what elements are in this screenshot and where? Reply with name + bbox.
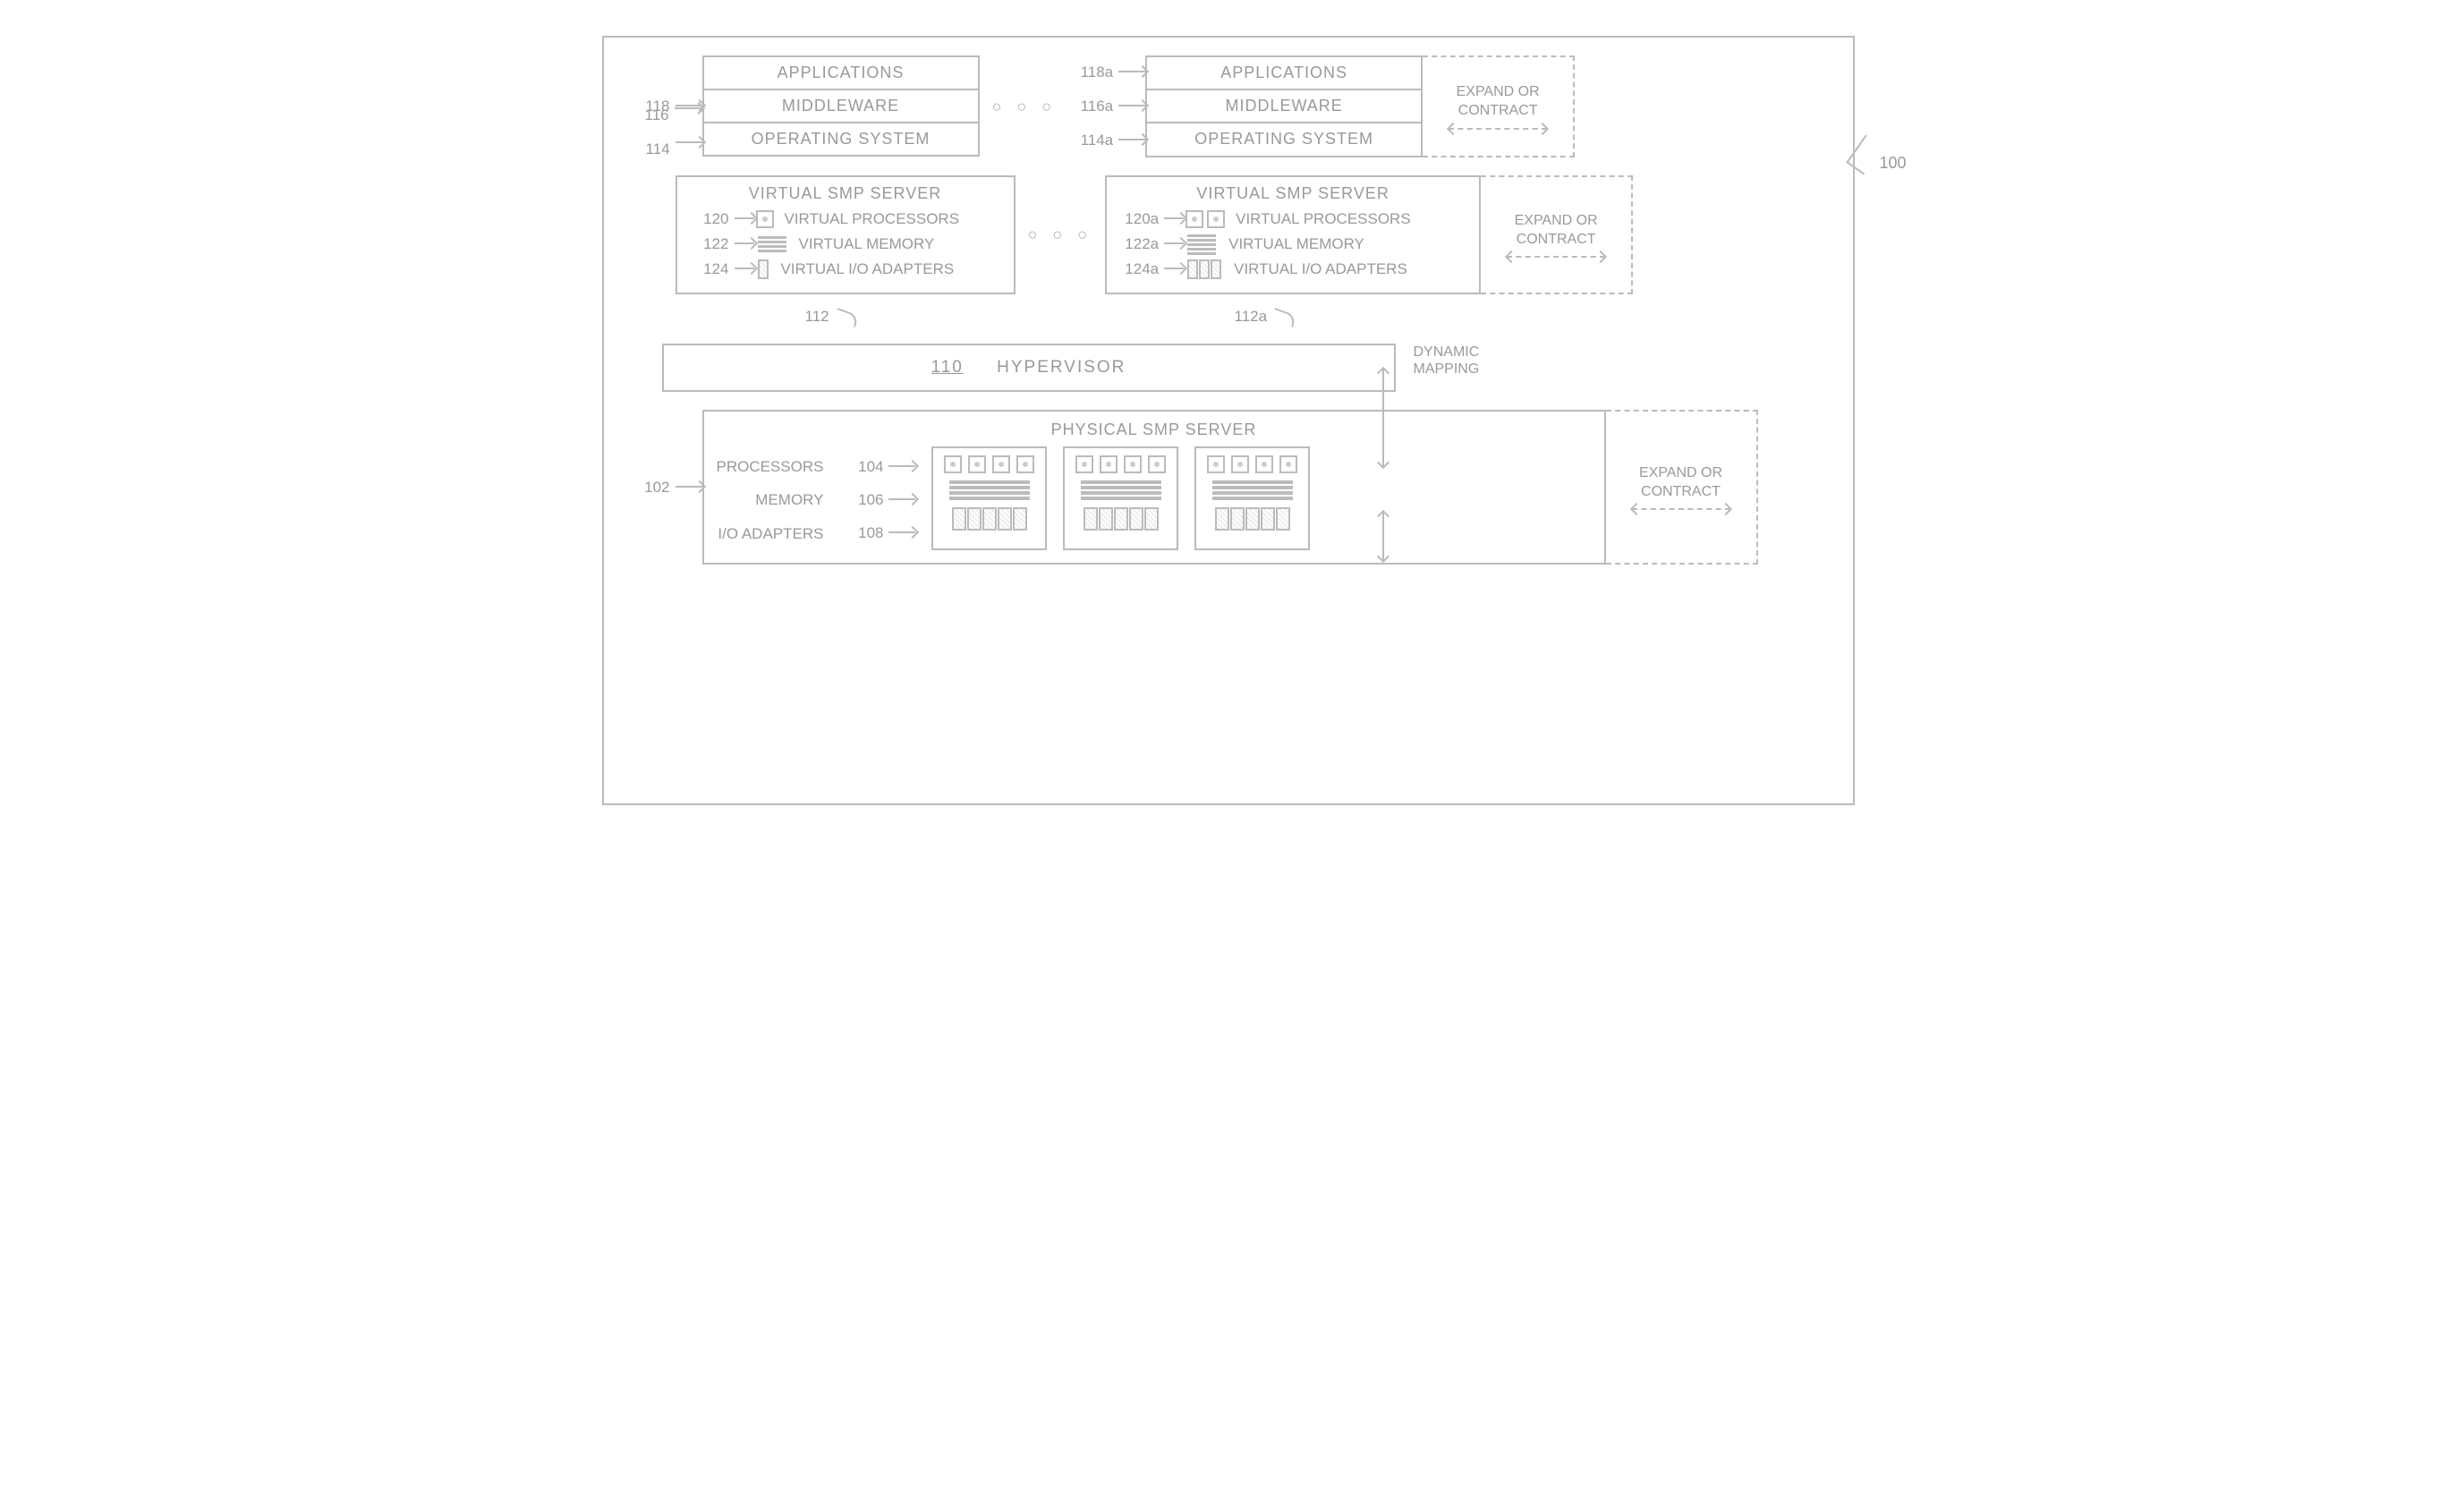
ref-122: 122 [688, 235, 735, 253]
leader-line [1164, 217, 1184, 230]
leader-line [735, 242, 754, 255]
processors-icon [942, 455, 1036, 473]
leader-line [888, 465, 915, 478]
vio-label: VIRTUAL I/O ADAPTERS [1234, 260, 1407, 278]
memory-icon [949, 480, 1030, 500]
double-arrow-icon [1632, 508, 1730, 510]
ref-124: 124 [688, 260, 735, 278]
leader-line [676, 486, 702, 498]
leader-line [888, 531, 915, 544]
expand-label: EXPAND OR CONTRACT [1515, 212, 1598, 250]
software-stacks-row: 118 APPLICATIONS MIDDLEWARE OPERATING SY… [626, 55, 1831, 157]
io-label: I/O ADAPTERS [717, 517, 824, 550]
software-stack-2: APPLICATIONS MIDDLEWARE OPERATING SYSTEM [1145, 55, 1423, 157]
expand-contract-box: EXPAND OR CONTRACT [1481, 175, 1633, 294]
physical-smp-box: PHYSICAL SMP SERVER PROCESSORS MEMORY I/… [702, 410, 1606, 565]
ref-120a: 120a [1118, 210, 1164, 228]
vsmp-box-2: VIRTUAL SMP SERVER 120a VIRTUAL PROCESSO… [1105, 175, 1481, 294]
io-adapter-icon [758, 259, 769, 279]
double-arrow-icon [1507, 256, 1605, 258]
physical-unit-1 [931, 446, 1047, 550]
leader-line [1164, 268, 1184, 280]
proc-label: PROCESSORS [717, 450, 824, 483]
expand-contract-box: EXPAND OR CONTRACT [1423, 55, 1575, 157]
expand-contract-box: EXPAND OR CONTRACT [1606, 410, 1758, 565]
memory-icon [1187, 234, 1216, 255]
mem-label: MEMORY [717, 483, 824, 516]
leader-line [1118, 71, 1145, 83]
os-cell: OPERATING SYSTEM [704, 123, 978, 155]
processors-icon [1205, 455, 1299, 473]
hypervisor-row: 110 HYPERVISOR DYNAMIC MAPPING [626, 344, 1831, 392]
vproc-label: VIRTUAL PROCESSORS [785, 210, 960, 228]
io-adapters-icon [1215, 507, 1290, 531]
vsmp-title: VIRTUAL SMP SERVER [688, 184, 1003, 203]
vsmp-title: VIRTUAL SMP SERVER [1118, 184, 1468, 203]
memory-icon [1081, 480, 1161, 500]
ref-110: 110 [931, 358, 964, 377]
ref-114: 114 [646, 132, 702, 158]
io-adapters-icon [952, 507, 1027, 531]
apps-cell: APPLICATIONS [704, 57, 978, 90]
ref-106: 106 [839, 491, 888, 509]
expand-label: EXPAND OR CONTRACT [1639, 464, 1722, 502]
ref-108: 108 [839, 524, 888, 542]
double-arrow-icon [1449, 128, 1547, 130]
dynamic-mapping-label: DYNAMIC MAPPING [1414, 344, 1480, 378]
vproc-label: VIRTUAL PROCESSORS [1236, 210, 1411, 228]
ref-116: 116 [645, 98, 701, 124]
physical-labels: PROCESSORS MEMORY I/O ADAPTERS [717, 446, 824, 550]
ref-114a: 114a [1069, 132, 1118, 149]
ellipsis-icon: ○ ○ ○ [980, 98, 1070, 116]
ref-100: 100 [1879, 154, 1906, 173]
apps-cell: APPLICATIONS [1147, 57, 1421, 90]
leader-line [1164, 242, 1184, 255]
leader-line [1118, 139, 1145, 151]
io-adapters-icon [1084, 507, 1159, 531]
leader-line [1118, 105, 1145, 117]
mw-cell: MIDDLEWARE [1147, 90, 1421, 123]
processors-icon [1074, 455, 1168, 473]
ellipsis-icon: ○ ○ ○ [1016, 225, 1106, 244]
ref-116a: 116a [1069, 98, 1118, 115]
software-stack-1: APPLICATIONS MIDDLEWARE OPERATING SYSTEM [702, 55, 980, 157]
physical-title: PHYSICAL SMP SERVER [717, 420, 1592, 439]
physical-unit-2 [1063, 446, 1178, 550]
physical-refs: 104 106 108 [839, 446, 915, 550]
leader-line [735, 268, 754, 280]
leader-line [735, 217, 754, 230]
vmem-label: VIRTUAL MEMORY [1228, 235, 1364, 253]
ref-124a: 124a [1118, 260, 1164, 278]
vsmp-row: VIRTUAL SMP SERVER 120 VIRTUAL PROCESSOR… [626, 175, 1831, 294]
ref-102: 102 [626, 479, 676, 497]
vmem-label: VIRTUAL MEMORY [799, 235, 935, 253]
physical-row: 102 PHYSICAL SMP SERVER PROCESSORS MEMOR… [626, 410, 1831, 565]
processor-icon [756, 210, 774, 228]
mw-cell: MIDDLEWARE [704, 90, 978, 123]
expand-label: EXPAND OR CONTRACT [1457, 83, 1540, 121]
hypervisor-label: HYPERVISOR [997, 358, 1126, 377]
ref-112a: 112a [1235, 308, 1300, 326]
leader-line [888, 498, 915, 511]
vio-label: VIRTUAL I/O ADAPTERS [781, 260, 955, 278]
ref-104: 104 [839, 458, 888, 476]
io-adapter-icon [1187, 259, 1221, 279]
physical-unit-3 [1194, 446, 1310, 550]
ref-120: 120 [688, 210, 735, 228]
processor-icon [1207, 210, 1225, 228]
processor-icon [1186, 210, 1203, 228]
memory-icon [758, 236, 786, 252]
vsmp-box-1: VIRTUAL SMP SERVER 120 VIRTUAL PROCESSOR… [676, 175, 1016, 294]
ref-122a: 122a [1118, 235, 1164, 253]
os-cell: OPERATING SYSTEM [1147, 123, 1421, 155]
ref-112: 112 [805, 308, 862, 326]
ref-118a: 118a [1069, 64, 1118, 81]
system-container: 100 118 APPLICATIONS MIDDLEWARE OPERATIN… [602, 36, 1855, 805]
memory-icon [1212, 480, 1293, 500]
hypervisor-box: 110 HYPERVISOR [662, 344, 1396, 392]
